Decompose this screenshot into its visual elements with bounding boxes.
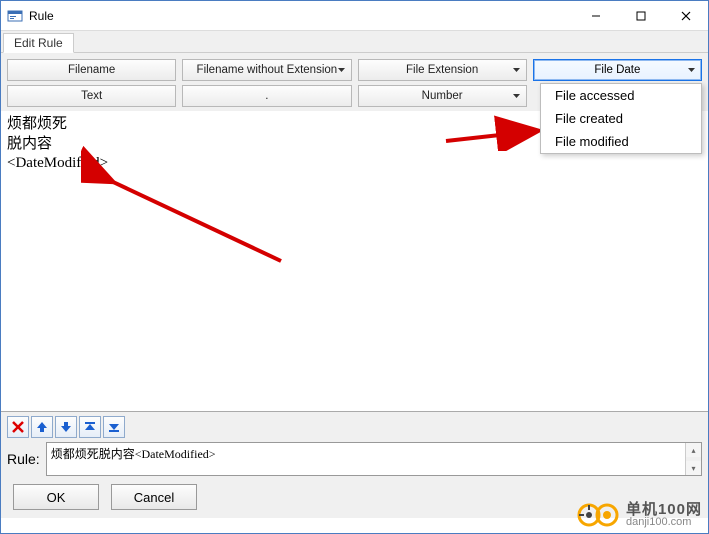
dot-button[interactable]: . [182, 85, 351, 107]
dot-button-label: . [265, 90, 268, 102]
file-date-dropdown: File accessed File created File modified [540, 83, 702, 154]
number-button[interactable]: Number [358, 85, 527, 107]
menu-file-modified[interactable]: File modified [541, 130, 701, 153]
ok-button[interactable]: OK [13, 484, 99, 510]
watermark-line1: 单机100网 [626, 502, 702, 518]
minimize-button[interactable] [573, 1, 618, 31]
move-down-button[interactable] [55, 416, 77, 438]
file-date-label: File Date [594, 64, 640, 76]
scroll-down-icon[interactable]: ▾ [686, 461, 701, 475]
rule-scrollbar[interactable]: ▴ ▾ [685, 443, 701, 475]
chevron-down-icon [513, 94, 520, 98]
filename-no-ext-button[interactable]: Filename without Extension [182, 59, 351, 81]
rule-input-wrap: 烦都烦死脱内容<DateModified> ▴ ▾ [46, 442, 702, 476]
file-date-button[interactable]: File Date [533, 59, 702, 81]
chevron-down-icon [688, 68, 695, 72]
number-button-label: Number [422, 90, 463, 102]
titlebar: Rule [1, 1, 708, 31]
rule-input[interactable]: 烦都烦死脱内容<DateModified> [47, 443, 685, 475]
arrow-bottom-icon [107, 420, 121, 434]
menu-file-accessed[interactable]: File accessed [541, 84, 701, 107]
editor-line: <DateModified> [7, 154, 702, 174]
maximize-button[interactable] [618, 1, 663, 31]
file-extension-label: File Extension [406, 64, 478, 76]
move-bottom-button[interactable] [103, 416, 125, 438]
scroll-up-icon[interactable]: ▴ [686, 443, 701, 457]
menu-file-created[interactable]: File created [541, 107, 701, 130]
filename-button[interactable]: Filename [7, 59, 176, 81]
move-up-button[interactable] [31, 416, 53, 438]
watermark: 单机100网 danji100.com [576, 502, 702, 529]
app-icon [7, 8, 23, 24]
rule-editor[interactable]: 烦都烦死 脱内容 <DateModified> [1, 111, 708, 411]
watermark-logo-icon [576, 502, 620, 528]
chevron-down-icon [338, 68, 345, 72]
delete-button[interactable] [7, 416, 29, 438]
move-top-button[interactable] [79, 416, 101, 438]
arrow-top-icon [83, 420, 97, 434]
rule-label: Rule: [7, 442, 42, 476]
chevron-down-icon [513, 68, 520, 72]
x-icon [11, 420, 25, 434]
text-button[interactable]: Text [7, 85, 176, 107]
close-button[interactable] [663, 1, 708, 31]
iconbar [7, 416, 702, 438]
watermark-line2: danji100.com [626, 517, 702, 529]
filename-no-ext-label: Filename without Extension [197, 64, 338, 76]
text-button-label: Text [81, 90, 102, 102]
arrow-up-icon [35, 420, 49, 434]
tab-edit-rule[interactable]: Edit Rule [3, 33, 74, 53]
tab-strip: Edit Rule [1, 31, 708, 53]
filename-button-label: Filename [68, 64, 115, 76]
cancel-button[interactable]: Cancel [111, 484, 197, 510]
window-title: Rule [29, 9, 54, 23]
file-extension-button[interactable]: File Extension [358, 59, 527, 81]
arrow-down-icon [59, 420, 73, 434]
